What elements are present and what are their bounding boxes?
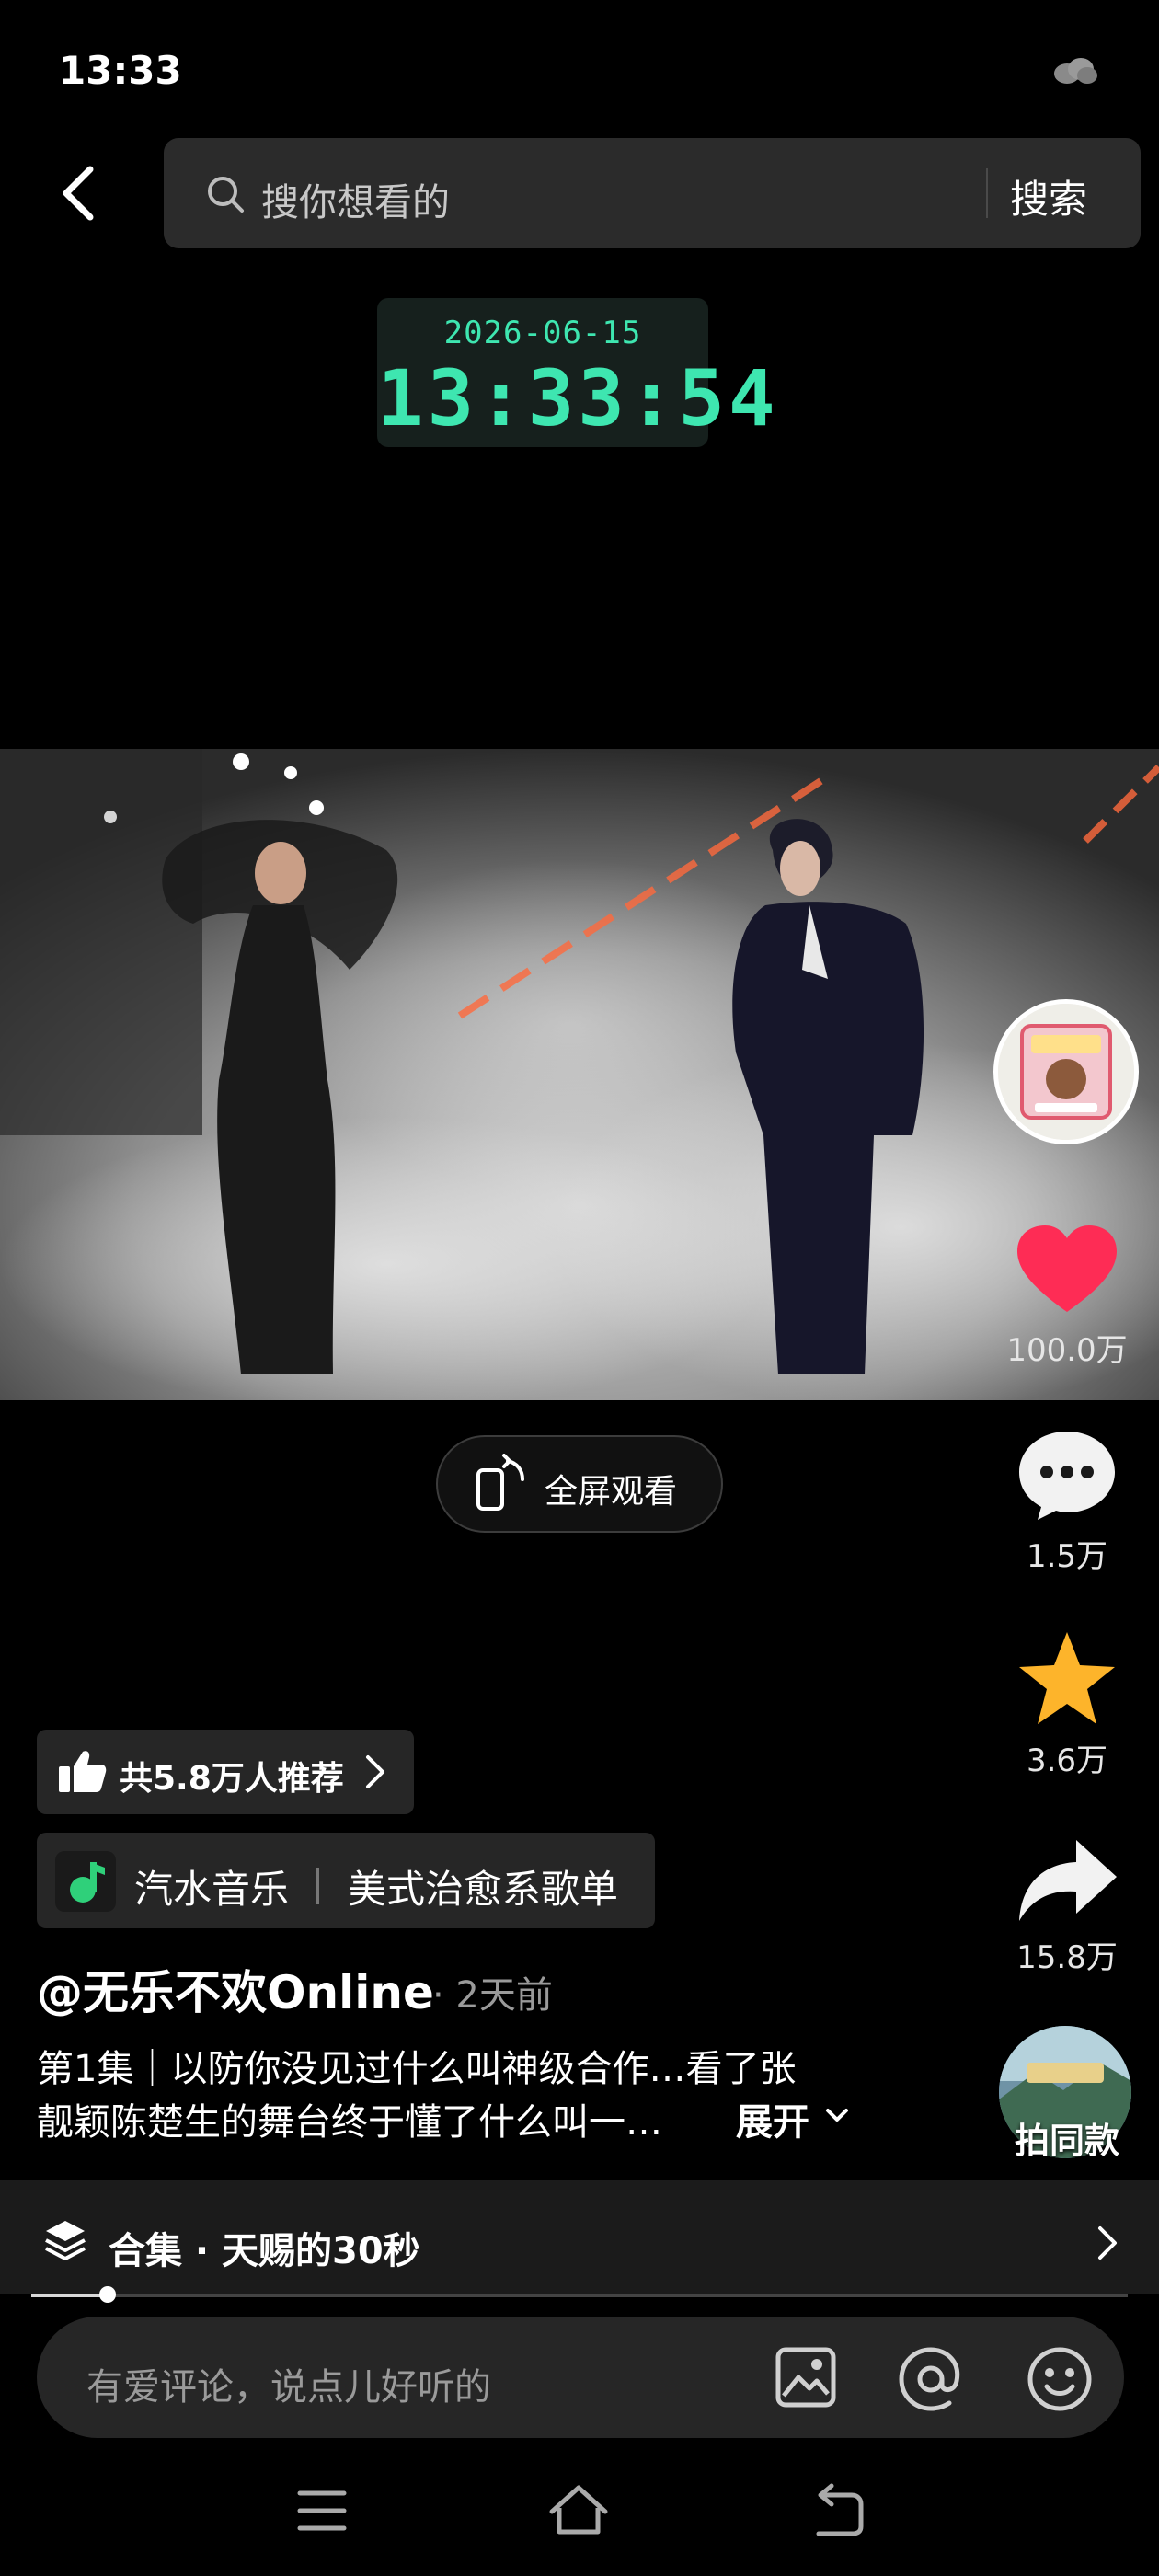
search-button[interactable]: 搜索	[1010, 168, 1087, 224]
favorite-star-icon[interactable]	[1012, 1628, 1122, 1730]
music-playlist-name: 美式治愈系歌单	[348, 1867, 619, 1912]
search-divider	[986, 168, 988, 218]
share-count: 15.8万	[1016, 1939, 1118, 1976]
comment-bubble-icon[interactable]	[1012, 1424, 1122, 1525]
nav-home-icon[interactable]	[546, 2480, 611, 2539]
back-arrow-icon[interactable]	[52, 156, 107, 230]
chevron-right-icon	[1098, 2226, 1117, 2260]
recommend-label: 共5.8万人推荐	[120, 1760, 344, 1798]
emoji-icon[interactable]	[1025, 2344, 1095, 2414]
search-input[interactable]: 搜你想看的	[261, 171, 450, 226]
weather-cloud-icon	[1054, 58, 1097, 84]
like-heart-icon[interactable]	[1012, 1220, 1122, 1321]
chevron-right-icon	[366, 1755, 384, 1788]
creator-avatar[interactable]	[993, 999, 1139, 1144]
chevron-down-icon	[826, 2109, 848, 2122]
nav-menu-icon[interactable]	[296, 2488, 348, 2534]
status-time: 13:33	[59, 48, 182, 93]
mention-at-icon[interactable]	[896, 2344, 966, 2414]
image-icon[interactable]	[775, 2346, 837, 2409]
clock-date: 2026-06-15	[443, 315, 642, 351]
creator-avatar-image	[998, 1004, 1134, 1140]
video-frame	[0, 749, 1159, 1400]
music-app-name: 汽水音乐	[134, 1867, 290, 1912]
description-line-2: 靓颖陈楚生的舞台终于懂了什么叫一…	[37, 2101, 662, 2144]
fullscreen-label: 全屏观看	[545, 1473, 678, 1511]
collection-label: 合集 · 天赐的30秒	[109, 2230, 420, 2272]
nav-back-icon[interactable]	[809, 2482, 865, 2537]
like-count: 100.0万	[1006, 1332, 1128, 1369]
layers-icon	[45, 2221, 86, 2260]
progress-track[interactable]	[31, 2294, 1128, 2297]
progress-handle[interactable]	[99, 2286, 117, 2303]
video-player[interactable]	[0, 749, 1159, 1400]
comment-count: 1.5万	[1026, 1538, 1108, 1575]
search-icon	[208, 177, 244, 213]
thumbs-up-icon	[59, 1751, 107, 1792]
rotate-screen-icon	[476, 1454, 524, 1511]
description-line-1: 第1集｜以防你没见过什么叫神级合作…看了张	[37, 2048, 797, 2090]
share-arrow-icon[interactable]	[1012, 1833, 1122, 1934]
post-time: · 2天前	[432, 1974, 553, 2017]
favorite-count: 3.6万	[1026, 1742, 1108, 1779]
author-name[interactable]: @无乐不欢Online	[37, 1956, 434, 2022]
music-separator	[316, 1868, 319, 1904]
expand-button[interactable]: 展开	[736, 2092, 809, 2145]
progress-fill	[31, 2294, 109, 2297]
same-style-label[interactable]: 拍同款	[975, 2112, 1159, 2163]
comment-input[interactable]: 有爱评论，说点儿好听的	[86, 2357, 491, 2410]
music-app-logo-icon	[55, 1851, 116, 1912]
clock-time: 13:33:54	[377, 353, 779, 443]
